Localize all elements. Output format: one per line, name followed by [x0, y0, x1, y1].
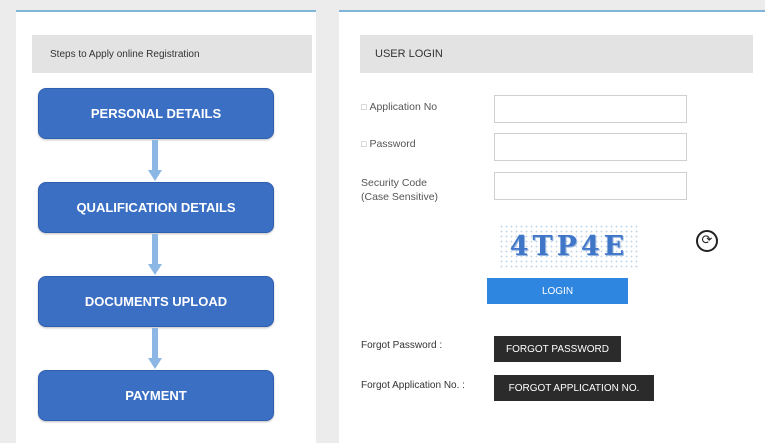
down-arrow-icon: [148, 140, 162, 184]
user-icon: □: [361, 102, 367, 112]
steps-panel-header: Steps to Apply online Registration: [32, 35, 312, 73]
login-panel-header: USER LOGIN: [360, 35, 753, 73]
forgot-application-label: Forgot Application No. :: [361, 380, 465, 391]
login-panel: USER LOGIN □ Application No □ Password Sec…: [339, 10, 765, 443]
refresh-icon[interactable]: ⟳: [696, 230, 718, 252]
captcha-image: 4TP4E: [499, 224, 639, 268]
login-button[interactable]: LOGIN: [487, 278, 628, 304]
forgot-password-button[interactable]: FORGOT PASSWORD: [494, 336, 621, 362]
forgot-password-label: Forgot Password :: [361, 340, 443, 351]
step-qualification-details: QUALIFICATION DETAILS: [38, 182, 274, 233]
password-input[interactable]: [494, 133, 687, 161]
application-no-input[interactable]: [494, 95, 687, 123]
step-payment: PAYMENT: [38, 370, 274, 421]
down-arrow-icon: [148, 328, 162, 372]
step-documents-upload: DOCUMENTS UPLOAD: [38, 276, 274, 327]
security-code-label: Security Code (Case Sensitive): [361, 177, 439, 203]
password-label: □ Password: [361, 138, 416, 150]
lock-icon: □: [361, 139, 367, 149]
down-arrow-icon: [148, 234, 162, 278]
steps-panel: Steps to Apply online Registration PERSO…: [16, 10, 316, 443]
step-personal-details: PERSONAL DETAILS: [38, 88, 274, 139]
security-code-input[interactable]: [494, 172, 687, 200]
application-no-label: □ Application No: [361, 101, 438, 113]
forgot-application-button[interactable]: FORGOT APPLICATION NO.: [494, 375, 654, 401]
